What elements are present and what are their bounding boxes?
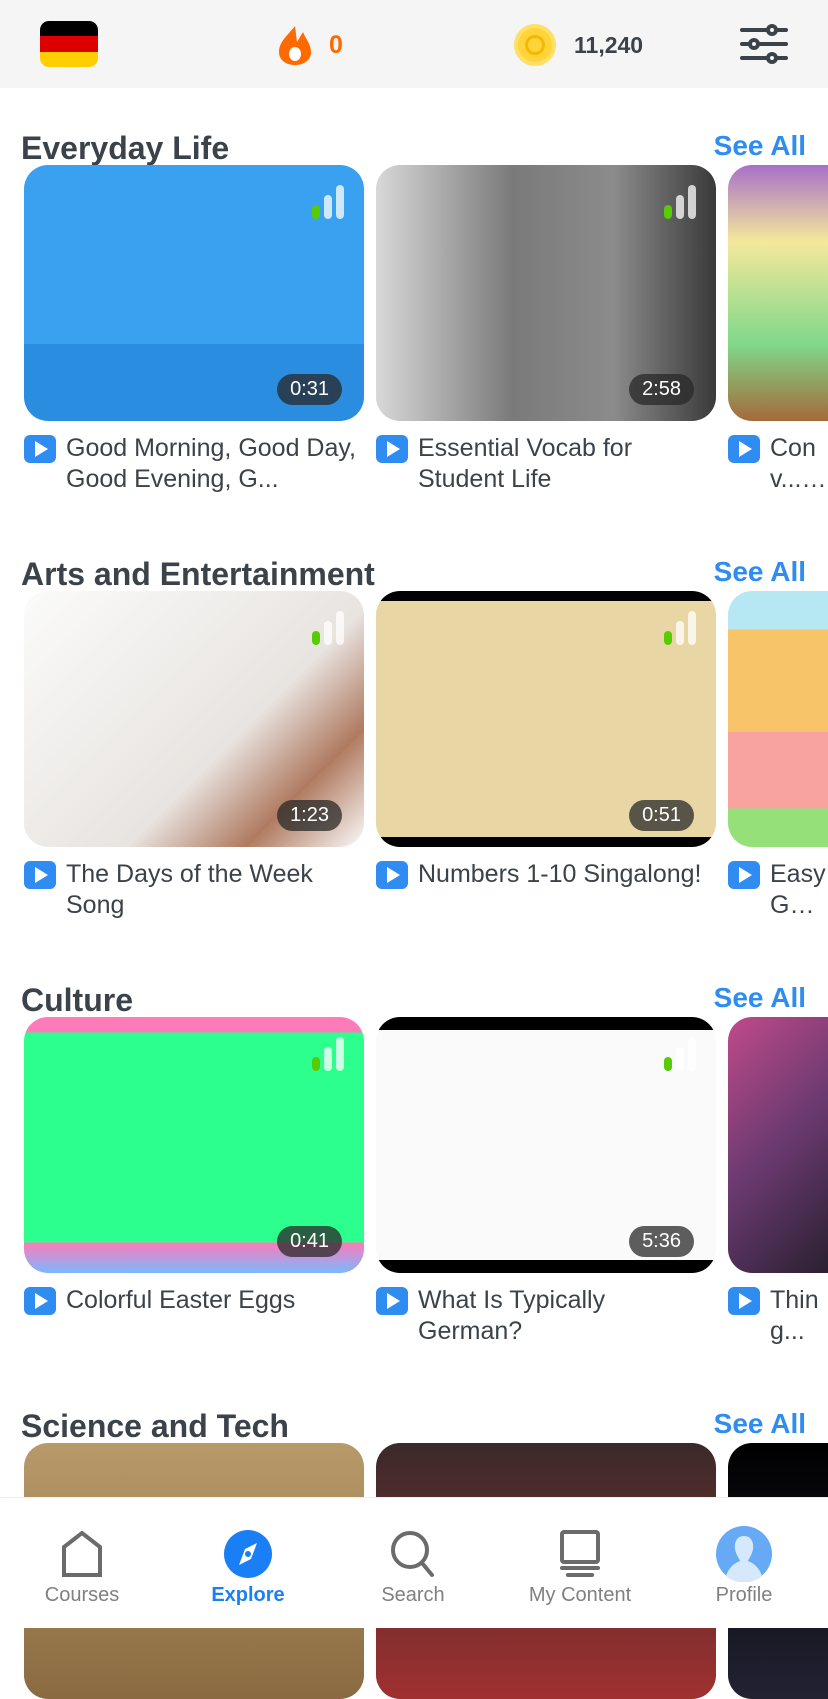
monitor-icon [560, 1530, 600, 1577]
video-title[interactable]: Conv... Stati... [770, 433, 828, 495]
nav-explore[interactable]: Explore [178, 1498, 318, 1607]
nav-courses[interactable]: Courses [12, 1498, 152, 1607]
compass-icon [224, 1530, 272, 1578]
section-title: Everyday Life [21, 130, 230, 166]
section-culture: Culture See All 0:41 Colorful Easter Eggs 5… [0, 982, 828, 1382]
section-everyday-life: Everyday Life See All 0:31 Good Morning, G… [0, 130, 828, 530]
video-duration: 0:41 [277, 1226, 342, 1257]
video-card[interactable]: 0:51 Numbers 1-10 Singalong! [376, 591, 716, 890]
top-bar: 0 11,240 [0, 0, 828, 88]
video-thumbnail[interactable]: 0:51 [376, 591, 716, 847]
video-thumbnail[interactable]: 0:31 [24, 165, 364, 421]
video-title[interactable]: Good Morning, Good Day, Good Evening, G.… [66, 433, 364, 495]
video-duration: 0:31 [277, 374, 342, 405]
difficulty-bars-icon [312, 611, 344, 645]
video-title[interactable]: The Days of the Week Song [66, 859, 364, 921]
play-icon [24, 435, 56, 463]
difficulty-bars-icon [664, 185, 696, 219]
flame-icon [279, 26, 311, 65]
video-card[interactable]: Thing... [728, 1017, 828, 1347]
video-thumbnail[interactable] [728, 591, 828, 847]
video-thumbnail[interactable]: 0:41 [24, 1017, 364, 1273]
difficulty-bars-icon [312, 1037, 344, 1071]
video-card[interactable]: 2:58 Essential Vocab for Student Life [376, 165, 716, 495]
german-flag-icon[interactable] [40, 21, 98, 67]
video-thumbnail[interactable] [728, 165, 828, 421]
video-card[interactable]: Easy Germ... [728, 591, 828, 921]
sliders-icon[interactable] [740, 24, 788, 64]
play-icon [728, 435, 760, 463]
section-science-and-tech: Science and Tech See All [0, 1408, 828, 1699]
see-all-link[interactable]: See All [714, 982, 806, 1014]
play-icon [376, 861, 408, 889]
streak-count: 0 [329, 30, 343, 59]
nav-search[interactable]: Search [343, 1498, 483, 1607]
play-icon [728, 861, 760, 889]
video-duration: 2:58 [629, 374, 694, 405]
video-title[interactable]: What Is Typically German? [418, 1285, 716, 1347]
video-card[interactable]: 0:31 Good Morning, Good Day, Good Evening… [24, 165, 364, 495]
video-card[interactable]: Conv... Stati... [728, 165, 828, 495]
video-title[interactable]: Essential Vocab for Student Life [418, 433, 716, 495]
section-title: Culture [21, 982, 133, 1018]
video-thumbnail[interactable] [728, 1017, 828, 1273]
play-icon [24, 1287, 56, 1315]
video-thumbnail[interactable]: 2:58 [376, 165, 716, 421]
video-title[interactable]: Easy Germ... [770, 859, 828, 921]
video-thumbnail[interactable]: 1:23 [24, 591, 364, 847]
video-card[interactable]: 1:23 The Days of the Week Song [24, 591, 364, 921]
difficulty-bars-icon [664, 611, 696, 645]
search-icon [391, 1531, 434, 1577]
coin-icon [514, 24, 556, 66]
play-icon [24, 861, 56, 889]
difficulty-bars-icon [664, 1037, 696, 1071]
video-title[interactable]: Thing... [770, 1285, 828, 1347]
video-duration: 5:36 [629, 1226, 694, 1257]
see-all-link[interactable]: See All [714, 130, 806, 162]
bottom-nav: Courses Explore Search My Content Profil… [0, 1497, 828, 1628]
difficulty-bars-icon [312, 185, 344, 219]
video-duration: 0:51 [629, 800, 694, 831]
play-icon [376, 1287, 408, 1315]
nav-profile[interactable]: Profile [674, 1498, 814, 1607]
section-title: Science and Tech [21, 1408, 289, 1444]
play-icon [376, 435, 408, 463]
avatar-icon [716, 1526, 772, 1582]
coin-counter[interactable]: 11,240 [514, 24, 643, 66]
video-title[interactable]: Numbers 1-10 Singalong! [418, 859, 716, 890]
home-icon [62, 1531, 102, 1577]
section-title: Arts and Entertainment [21, 556, 375, 592]
play-icon [728, 1287, 760, 1315]
video-card[interactable]: 0:41 Colorful Easter Eggs [24, 1017, 364, 1316]
video-title[interactable]: Colorful Easter Eggs [66, 1285, 364, 1316]
video-card[interactable]: 5:36 What Is Typically German? [376, 1017, 716, 1347]
section-arts-and-entertainment: Arts and Entertainment See All 1:23 The Da… [0, 556, 828, 956]
see-all-link[interactable]: See All [714, 556, 806, 588]
coin-count: 11,240 [574, 31, 644, 58]
nav-my-content[interactable]: My Content [510, 1498, 650, 1607]
video-duration: 1:23 [277, 800, 342, 831]
see-all-link[interactable]: See All [714, 1408, 806, 1440]
video-thumbnail[interactable]: 5:36 [376, 1017, 716, 1273]
streak-counter[interactable]: 0 [275, 24, 343, 66]
